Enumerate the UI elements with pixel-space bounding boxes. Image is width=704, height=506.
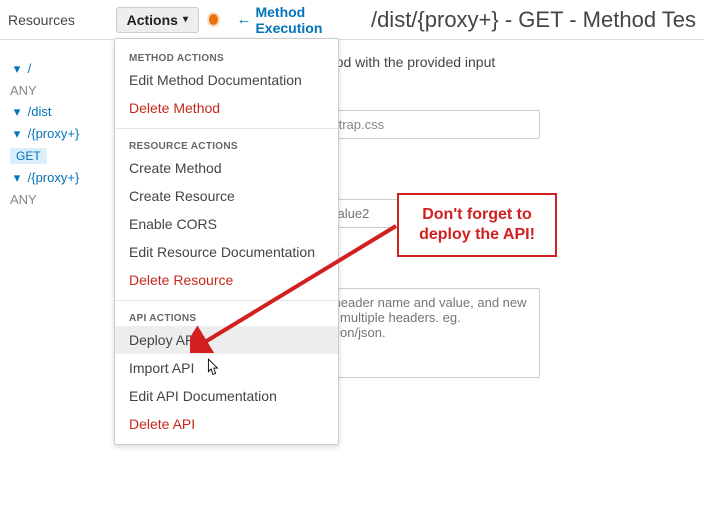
menu-delete-method[interactable]: Delete Method bbox=[115, 94, 338, 122]
menu-divider bbox=[115, 128, 338, 129]
tree-node-proxy-b[interactable]: /{proxy+} bbox=[28, 170, 80, 185]
menu-edit-resource-doc[interactable]: Edit Resource Documentation bbox=[115, 238, 338, 266]
menu-edit-method-doc[interactable]: Edit Method Documentation bbox=[115, 66, 338, 94]
tree-toggle-icon[interactable]: ▾ bbox=[10, 104, 24, 120]
resources-heading: Resources bbox=[8, 12, 112, 28]
menu-delete-api[interactable]: Delete API bbox=[115, 410, 338, 438]
tree-toggle-icon[interactable]: ▾ bbox=[10, 170, 24, 186]
caret-down-icon: ▾ bbox=[183, 14, 188, 25]
method-execution-label: Method Execution bbox=[255, 4, 356, 36]
menu-create-resource[interactable]: Create Resource bbox=[115, 182, 338, 210]
tree-node-proxy-a[interactable]: /{proxy+} bbox=[28, 126, 80, 141]
tree-toggle-icon[interactable]: ▾ bbox=[10, 126, 24, 142]
tree-method-any[interactable]: ANY bbox=[10, 83, 37, 98]
menu-divider bbox=[115, 300, 338, 301]
actions-menu: METHOD ACTIONS Edit Method Documentation… bbox=[114, 38, 339, 445]
top-bar: Resources Actions ▾ ← Method Execution /… bbox=[0, 0, 704, 40]
tree-toggle-icon[interactable]: ▾ bbox=[10, 61, 24, 77]
tree-method-get[interactable]: GET bbox=[10, 148, 47, 164]
arrow-left-icon: ← bbox=[236, 11, 251, 28]
menu-deploy-api[interactable]: Deploy API bbox=[115, 326, 338, 354]
tree-node-dist[interactable]: /dist bbox=[28, 104, 52, 119]
annotation-callout: Don't forget to deploy the API! bbox=[397, 193, 557, 257]
menu-create-method[interactable]: Create Method bbox=[115, 154, 338, 182]
tree-node-root[interactable]: / bbox=[28, 61, 32, 76]
actions-button-label: Actions bbox=[127, 12, 178, 28]
menu-import-api[interactable]: Import API bbox=[115, 354, 338, 382]
menu-section-api: API ACTIONS bbox=[115, 307, 338, 326]
callout-line2: deploy the API! bbox=[407, 225, 547, 245]
menu-enable-cors[interactable]: Enable CORS bbox=[115, 210, 338, 238]
method-execution-link[interactable]: ← Method Execution bbox=[236, 4, 356, 36]
menu-edit-api-doc[interactable]: Edit API Documentation bbox=[115, 382, 338, 410]
content: ▾ / ANY ▾ /dist ▾ /{proxy+} GET ▾ /{prox… bbox=[0, 40, 704, 506]
actions-button[interactable]: Actions ▾ bbox=[116, 7, 199, 33]
menu-section-resource: RESOURCE ACTIONS bbox=[115, 135, 338, 154]
resource-tree: ▾ / ANY ▾ /dist ▾ /{proxy+} GET ▾ /{prox… bbox=[0, 40, 120, 506]
page-title: /dist/{proxy+} - GET - Method Tes bbox=[371, 7, 696, 33]
menu-delete-resource[interactable]: Delete Resource bbox=[115, 266, 338, 294]
menu-section-method: METHOD ACTIONS bbox=[115, 47, 338, 66]
callout-line1: Don't forget to bbox=[407, 205, 547, 225]
attention-dot-icon bbox=[209, 14, 219, 25]
tree-method-any[interactable]: ANY bbox=[10, 192, 37, 207]
